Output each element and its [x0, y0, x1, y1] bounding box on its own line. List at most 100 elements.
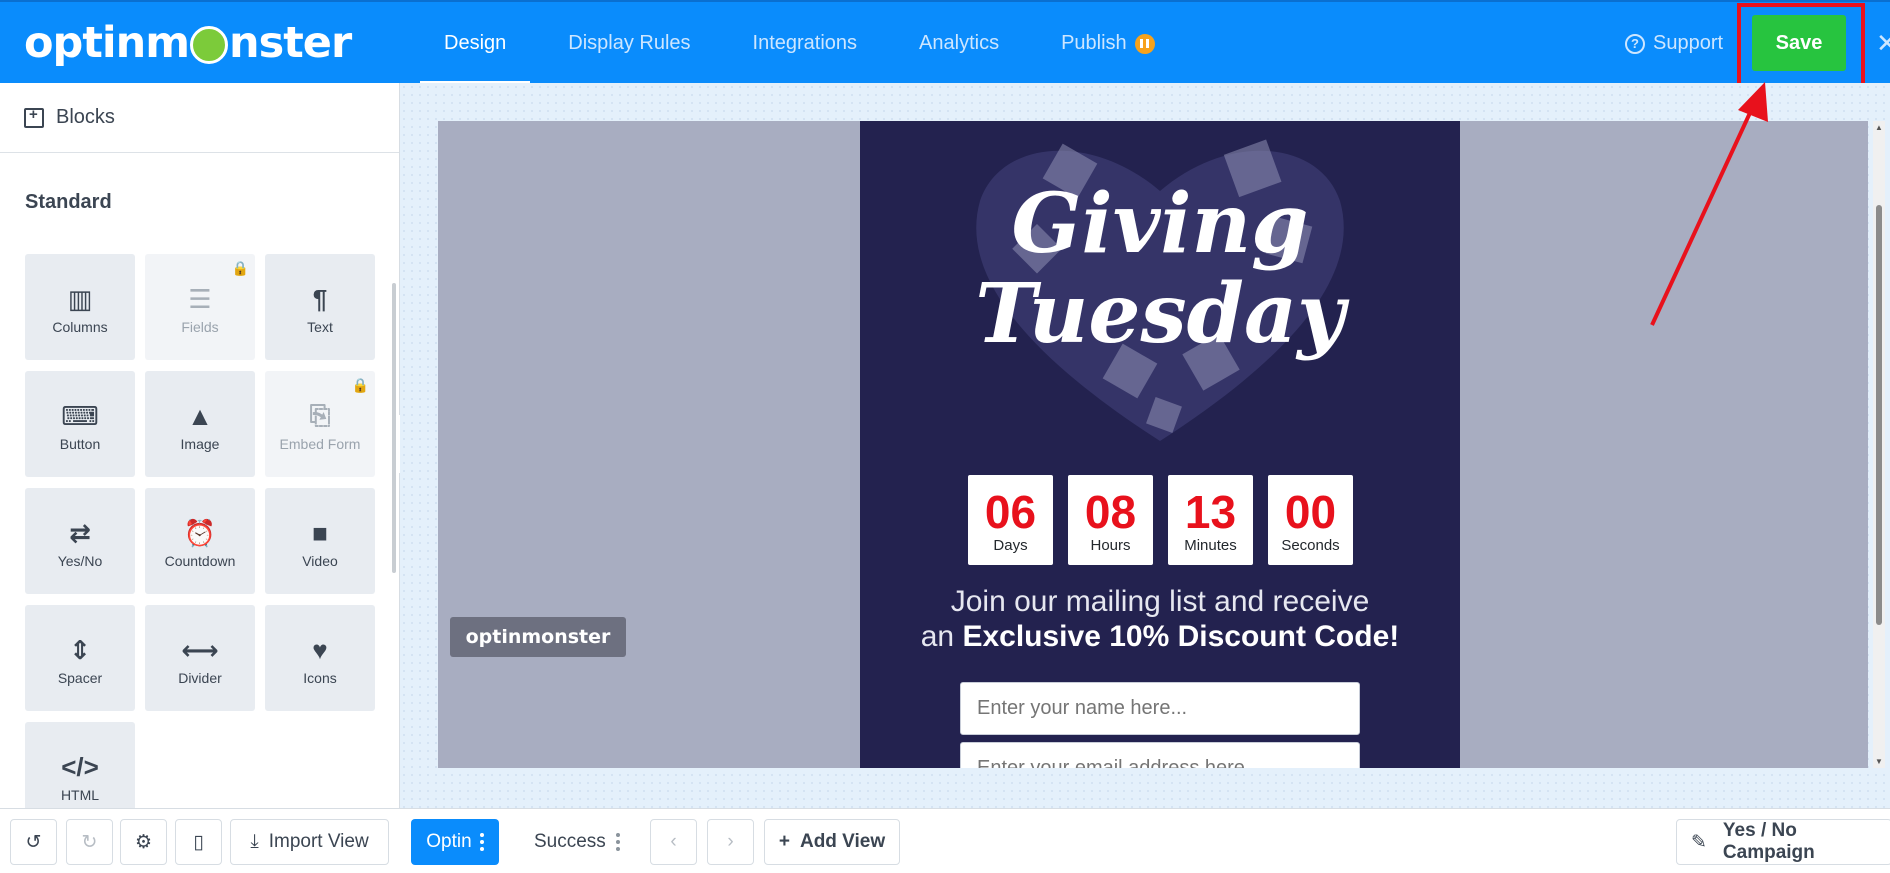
- block-text[interactable]: ¶ Text: [265, 254, 375, 360]
- tab-label: Publish: [1061, 32, 1127, 54]
- add-view-button[interactable]: + Add View: [764, 819, 900, 865]
- tab-integrations[interactable]: Integrations: [729, 2, 882, 85]
- kebab-menu-icon[interactable]: [479, 833, 484, 851]
- tab-label: Design: [444, 32, 507, 54]
- block-spacer[interactable]: ⇕ Spacer: [25, 605, 135, 711]
- block-embed-form[interactable]: ⎘ Embed Form 🔒: [265, 371, 375, 477]
- blocks-sidebar: Blocks Standard ▥ Columns ☰ Fields 🔒 ¶ Text ⌨ Bu…: [0, 83, 400, 828]
- yes-no-campaign-button[interactable]: ✎ Yes / No Campaign: [1676, 819, 1890, 865]
- prev-view-button[interactable]: ‹: [650, 819, 697, 865]
- next-view-button[interactable]: ›: [707, 819, 754, 865]
- message-prefix: an: [920, 620, 963, 653]
- block-label: Video: [302, 553, 338, 569]
- countdown-hours: 08 Hours: [1068, 475, 1153, 565]
- undo-button[interactable]: ↺: [10, 819, 57, 865]
- canvas-scrollbar[interactable]: ▲ ▼: [1873, 121, 1885, 768]
- block-yes-no[interactable]: ⇄ Yes/No: [25, 488, 135, 594]
- countdown-label: Seconds: [1281, 536, 1340, 554]
- redo-button[interactable]: ↻: [66, 819, 113, 865]
- optin-label: Optin: [426, 831, 472, 852]
- countdown-minutes: 13 Minutes: [1168, 475, 1253, 565]
- undo-icon: ↺: [25, 831, 42, 853]
- block-fields[interactable]: ☰ Fields 🔒: [145, 254, 255, 360]
- pause-icon: [1134, 33, 1155, 54]
- countdown-seconds: 00 Seconds: [1268, 475, 1353, 565]
- tab-publish[interactable]: Publish: [1037, 2, 1179, 85]
- optinmonster-badge: optinmonster: [450, 617, 626, 657]
- image-icon: ▲: [187, 400, 213, 431]
- logo-text-a: optinm: [24, 18, 190, 68]
- button-cursor-icon: ⌨: [61, 400, 99, 431]
- help-circle-icon: ?: [1625, 33, 1645, 54]
- plus-icon: +: [778, 831, 790, 852]
- block-divider[interactable]: ⟷ Divider: [145, 605, 255, 711]
- block-columns[interactable]: ▥ Columns: [25, 254, 135, 360]
- countdown-label: Days: [993, 536, 1028, 554]
- chevron-left-icon: ‹: [670, 831, 677, 852]
- countdown-days: 06 Days: [968, 475, 1053, 565]
- tab-design[interactable]: Design: [420, 2, 531, 85]
- divider-icon: ⟷: [181, 634, 219, 665]
- popup-title-line2: Tuesday: [975, 266, 1345, 362]
- block-label: Yes/No: [57, 553, 103, 569]
- lock-icon: 🔒: [351, 377, 369, 393]
- block-label: Columns: [52, 319, 108, 335]
- save-button[interactable]: Save: [1752, 15, 1846, 71]
- heart-circle-icon: ♥: [312, 634, 328, 665]
- logo-text-b: nster: [229, 18, 352, 68]
- pencil-icon: ✎: [1691, 831, 1707, 853]
- scroll-up-icon[interactable]: ▲: [1875, 123, 1883, 132]
- tab-display-rules[interactable]: Display Rules: [544, 2, 714, 85]
- sidebar-scrollbar[interactable]: [392, 283, 396, 573]
- tab-label: Analytics: [919, 32, 1000, 54]
- spacer-icon: ⇕: [69, 634, 91, 665]
- monster-icon: [190, 26, 229, 64]
- countdown-label: Hours: [1090, 536, 1131, 554]
- success-view-tab[interactable]: Success: [534, 819, 620, 865]
- block-button[interactable]: ⌨ Button: [25, 371, 135, 477]
- paragraph-icon: ¶: [312, 283, 328, 314]
- block-label: Fields: [181, 319, 219, 335]
- block-countdown[interactable]: ⏰ Countdown: [145, 488, 255, 594]
- popup-title-line1: Giving: [1011, 176, 1309, 272]
- settings-button[interactable]: ⚙: [120, 819, 167, 865]
- close-icon[interactable]: ✕: [1876, 28, 1890, 59]
- optinmonster-logo[interactable]: optinm nster: [24, 18, 352, 68]
- gear-icon: ⚙: [134, 831, 153, 853]
- support-link[interactable]: ? Support: [1625, 2, 1723, 85]
- blocks-title: Blocks: [56, 106, 115, 128]
- block-label: Divider: [178, 670, 222, 686]
- blocks-header: Blocks: [0, 83, 399, 153]
- section-title: Standard: [25, 191, 112, 213]
- scroll-thumb[interactable]: [1876, 205, 1882, 625]
- kebab-menu-icon[interactable]: [615, 833, 620, 851]
- discount-highlight: Exclusive 10% Discount Code!: [962, 620, 1400, 653]
- name-input[interactable]: [960, 682, 1360, 735]
- success-label: Success: [534, 831, 606, 852]
- import-view-button[interactable]: ⤓ Import View: [230, 819, 389, 865]
- import-view-label: Import View: [268, 831, 369, 852]
- scroll-down-icon[interactable]: ▼: [1875, 757, 1883, 766]
- block-icons[interactable]: ♥ Icons: [265, 605, 375, 711]
- main-nav: Design Display Rules Integrations Analyt…: [420, 2, 1193, 85]
- block-image[interactable]: ▲ Image: [145, 371, 255, 477]
- countdown-label: Minutes: [1184, 536, 1237, 554]
- countdown-value: 06: [984, 485, 1037, 538]
- countdown-value: 13: [1184, 485, 1237, 538]
- email-input[interactable]: [960, 742, 1360, 768]
- campaign-popup[interactable]: Giving Tuesday 06 Days 08 Hours 13 Minutes 00 S…: [860, 121, 1460, 768]
- block-label: Embed Form: [279, 436, 361, 452]
- redo-icon: ↻: [81, 831, 98, 853]
- optin-view-tab[interactable]: Optin: [411, 819, 499, 865]
- countdown-value: 08: [1084, 485, 1137, 538]
- block-label: Text: [307, 319, 333, 335]
- top-bar: optinm nster Design Display Rules Integra…: [0, 0, 1890, 85]
- block-label: Spacer: [57, 670, 103, 686]
- add-view-label: Add View: [799, 831, 886, 852]
- block-video[interactable]: ■ Video: [265, 488, 375, 594]
- mobile-preview-button[interactable]: ▯: [175, 819, 222, 865]
- chevron-right-icon: ›: [727, 831, 734, 852]
- countdown-timer: 06 Days 08 Hours 13 Minutes 00 Seconds: [968, 475, 1353, 565]
- block-label: Button: [59, 436, 101, 452]
- tab-analytics[interactable]: Analytics: [895, 2, 1023, 85]
